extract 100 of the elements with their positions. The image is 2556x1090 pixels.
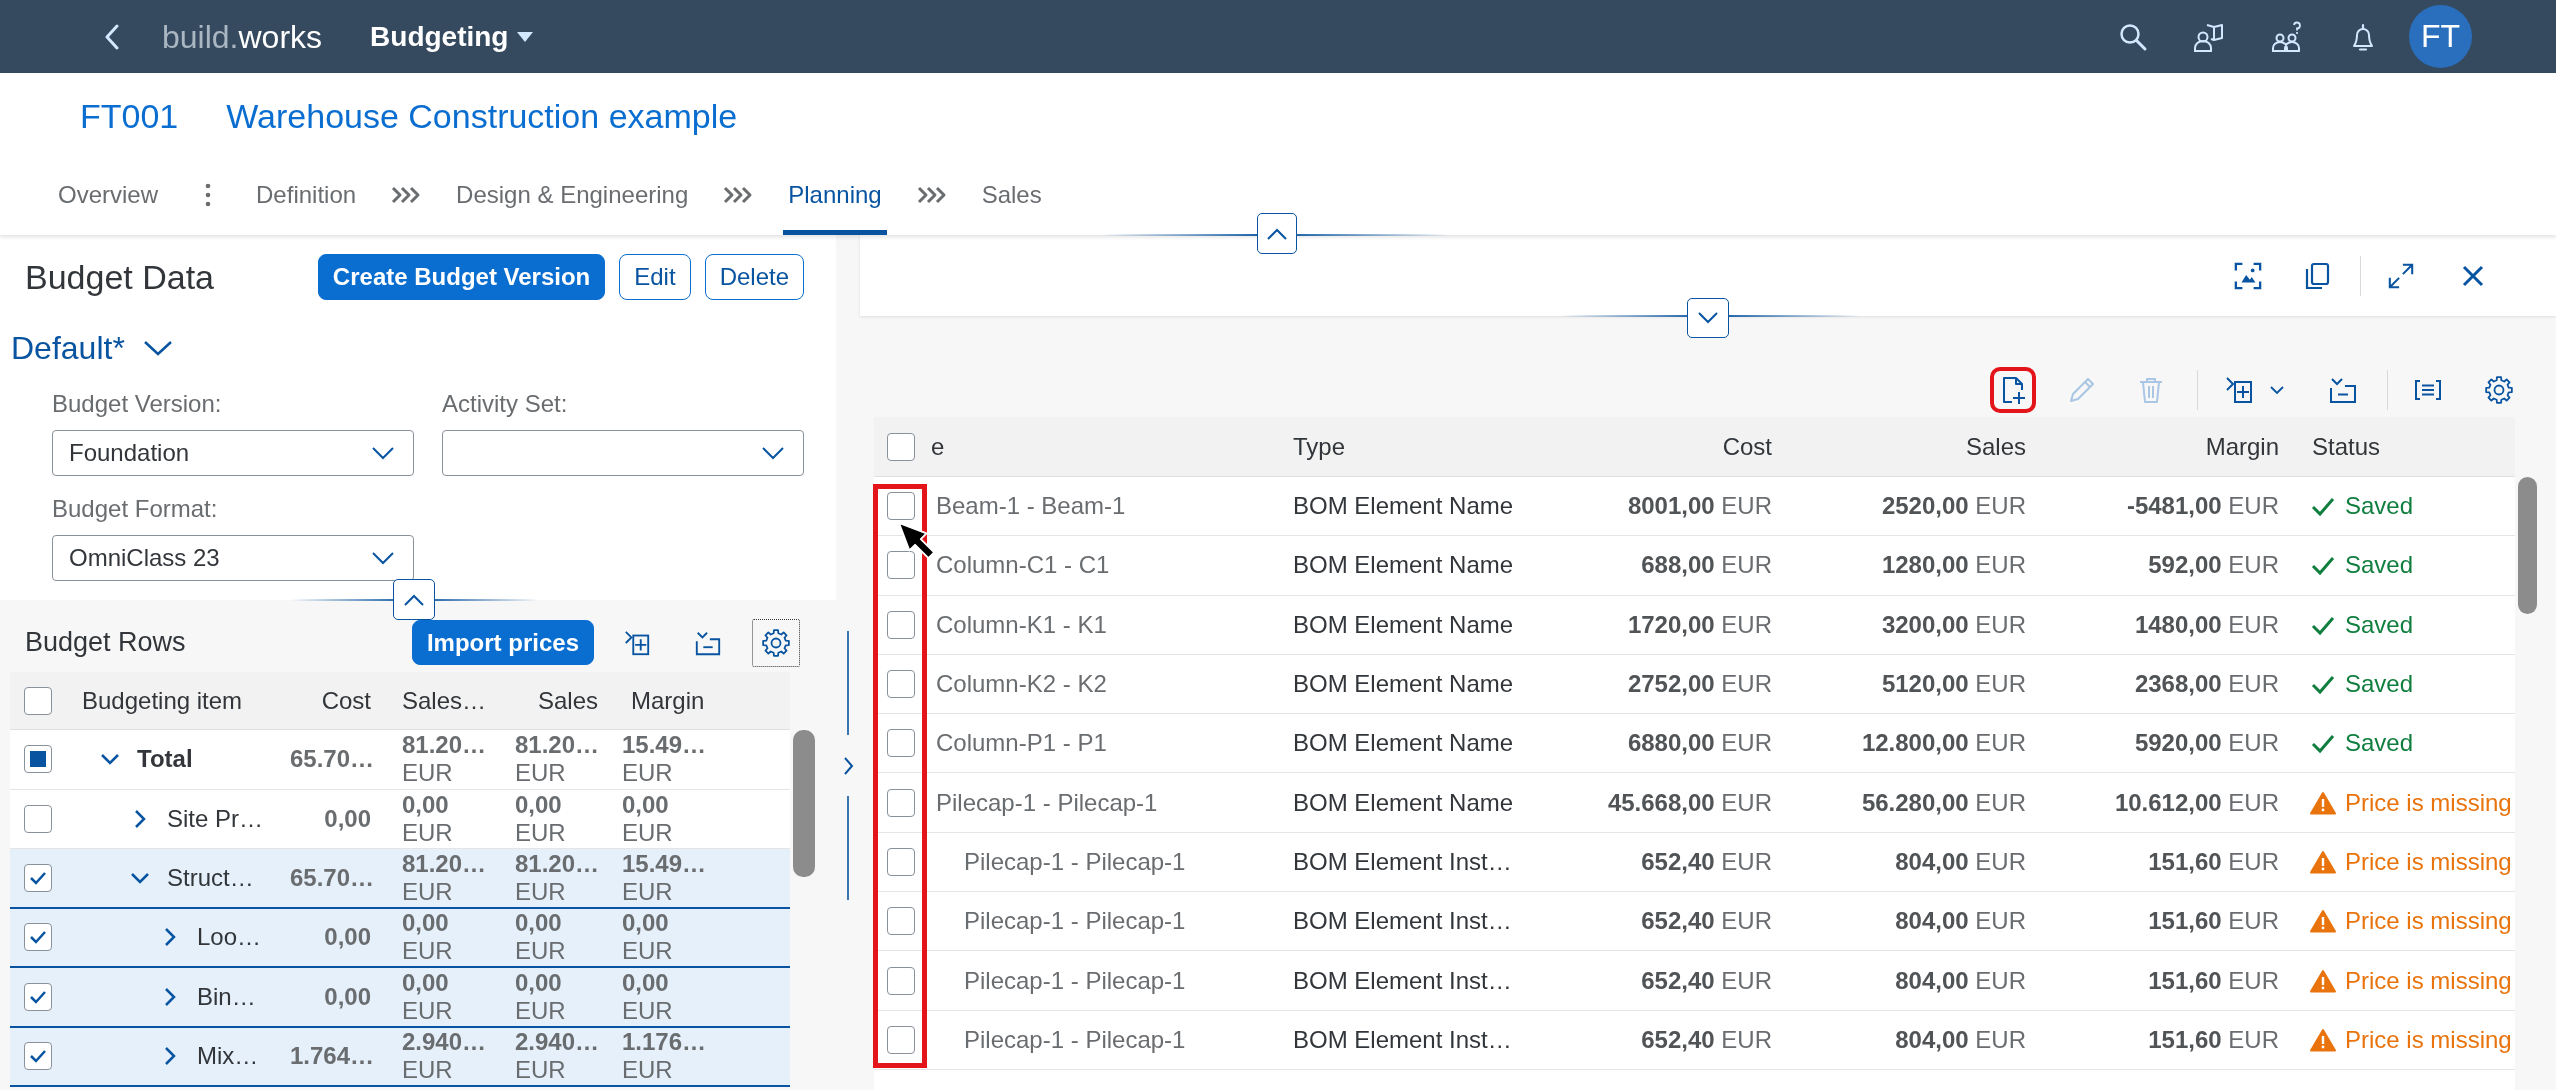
chevron-right-icon[interactable]: [163, 1046, 176, 1067]
image-frame-icon[interactable]: [2234, 261, 2262, 290]
collapse-button[interactable]: [1257, 213, 1297, 254]
app-menu-button[interactable]: Budgeting: [370, 18, 534, 55]
copy-icon[interactable]: [2303, 260, 2331, 291]
scrollbar-thumb[interactable]: [793, 730, 815, 877]
status-text: Saved: [2345, 492, 2414, 521]
table-row[interactable]: Bin… 0,00 0,00 EUR 0,00 EUR 0,00 EUR: [10, 968, 790, 1028]
select-all-checkbox[interactable]: [24, 686, 52, 715]
table-cell-text: 1480,00 EUR: [2133, 610, 2280, 639]
row-checkbox[interactable]: [887, 492, 915, 521]
check-icon: [2310, 495, 2336, 518]
column-header: Status: [2311, 432, 2382, 461]
chevron-down-icon: [371, 446, 395, 460]
chevron-up-icon: [1266, 227, 1288, 240]
table-cell-text: 65.70…: [290, 863, 376, 892]
row-checkbox[interactable]: [887, 610, 915, 639]
action-button[interactable]: Create Budget Version: [317, 254, 606, 300]
table-cell-text: 804,00 EUR: [1894, 1025, 2027, 1054]
close-icon[interactable]: [2461, 263, 2485, 288]
column-header: Margin: [2204, 432, 2280, 461]
column-header: Type: [1292, 432, 1347, 461]
row-checkbox[interactable]: [887, 966, 915, 995]
table-cell-text: Pilecap-1 - Pilecap-1: [963, 907, 1187, 936]
item-name: Total: [137, 745, 193, 774]
chevron-down-icon: [761, 446, 785, 460]
search-icon[interactable]: [2118, 21, 2148, 52]
nav-tab[interactable]: Definition: [251, 160, 362, 235]
status-text: Saved: [2345, 670, 2414, 699]
row-checkbox[interactable]: [887, 729, 915, 758]
object-id: FT001: [80, 97, 179, 136]
table-cell-text: Pilecap-1 - Pilecap-1: [963, 847, 1187, 876]
row-checkbox[interactable]: [887, 1025, 915, 1054]
caret-icon[interactable]: [2270, 386, 2284, 394]
row-checkbox[interactable]: [24, 982, 52, 1011]
back-icon[interactable]: [104, 23, 120, 50]
fullscreen-icon[interactable]: [2387, 261, 2415, 290]
chevron-right-icon[interactable]: [163, 927, 176, 948]
table-row[interactable]: Total 65.70… 81.20… EUR 81.20… EUR 15.49… EUR: [10, 730, 790, 790]
select-field[interactable]: [442, 430, 804, 476]
document-plus-icon[interactable]: [1990, 367, 2036, 413]
row-checkbox[interactable]: [24, 745, 52, 774]
scrollbar-thumb[interactable]: [2518, 477, 2537, 614]
table-row[interactable]: Site Pr… 0,00 0,00 EUR 0,00 EUR 0,00 EUR: [10, 789, 790, 849]
table-cell-text: BOM Element Name: [1292, 788, 1515, 817]
action-button[interactable]: Delete: [704, 254, 804, 300]
chevron-down-icon: [371, 551, 395, 565]
table-cell-text: 15.49… EUR: [621, 731, 708, 788]
column-header: Budgeting item: [81, 686, 244, 715]
settings-icon[interactable]: [2484, 375, 2514, 405]
chevron-right-icon[interactable]: [133, 808, 146, 829]
status-text: Price is missing: [2345, 788, 2512, 817]
table-cell-text: 652,40 EUR: [1640, 847, 1773, 876]
chevron-down-icon[interactable]: [99, 753, 120, 766]
status-text: Saved: [2345, 729, 2414, 758]
people-question-icon[interactable]: [2271, 20, 2303, 53]
expand-button[interactable]: [1687, 298, 1729, 338]
row-checkbox[interactable]: [24, 1042, 52, 1071]
table-cell-text: 0,00 EUR: [401, 790, 454, 847]
select-field[interactable]: Foundation: [52, 430, 414, 476]
row-plus-icon[interactable]: [623, 628, 651, 657]
chevron-down-icon[interactable]: [129, 871, 150, 884]
table-cell-text: 81.20… EUR: [514, 731, 601, 788]
action-button[interactable]: Edit: [619, 254, 691, 300]
table-cell-text: BOM Element Name: [1292, 492, 1515, 521]
table-cell-text: 81.20… EUR: [514, 849, 601, 906]
select-all-checkbox[interactable]: [887, 432, 915, 461]
row-checkbox[interactable]: [887, 788, 915, 817]
row-checkbox[interactable]: [887, 907, 915, 936]
table-cell-text: 652,40 EUR: [1640, 1025, 1773, 1054]
nav-tab[interactable]: Design & Engineering: [451, 160, 694, 235]
chevron-right-icon[interactable]: [163, 986, 176, 1007]
row-checkbox[interactable]: [887, 847, 915, 876]
select-field[interactable]: OmniClass 23: [52, 535, 414, 581]
nav-tab[interactable]: Overview: [53, 160, 164, 235]
chevron-up-icon: [403, 593, 425, 606]
row-checkbox[interactable]: [24, 804, 52, 833]
table-cell-text: 0,00 EUR: [514, 968, 567, 1025]
nav-tab[interactable]: Sales: [976, 160, 1047, 235]
table-cell-text: BOM Element Name: [1292, 551, 1515, 580]
row-checkbox[interactable]: [887, 551, 915, 580]
row-checkbox[interactable]: [24, 923, 52, 952]
import-prices-button[interactable]: Import prices: [411, 620, 594, 665]
row-checkbox[interactable]: [24, 863, 52, 892]
chevron-right-icon[interactable]: [842, 756, 854, 776]
collapse-button[interactable]: [393, 579, 435, 620]
variant-selector[interactable]: Default*: [11, 328, 173, 368]
row-checkbox[interactable]: [887, 670, 915, 699]
table-cell-text: BOM Element Name: [1292, 610, 1515, 639]
table-row[interactable]: Struct… 65.70… 81.20… EUR 81.20… EUR 15.49… EUR: [10, 849, 790, 909]
row-minus-icon[interactable]: [2328, 375, 2358, 405]
more-icon[interactable]: [205, 183, 212, 207]
row-plus-icon[interactable]: [2224, 375, 2254, 405]
status-text: Price is missing: [2345, 1025, 2512, 1054]
user-avatar[interactable]: FT: [2409, 5, 2472, 68]
table-row[interactable]: Loo… 0,00 0,00 EUR 0,00 EUR 0,00 EUR: [10, 908, 790, 968]
table-cell-text: 0,00 EUR: [401, 968, 454, 1025]
table-row[interactable]: Mix… 1.764… 2.940… EUR 2.940… EUR 1.176… EUR: [10, 1027, 790, 1087]
table-cell-text: BOM Element Inst…: [1292, 847, 1513, 876]
table-cell-text: 151,60 EUR: [2147, 966, 2280, 995]
